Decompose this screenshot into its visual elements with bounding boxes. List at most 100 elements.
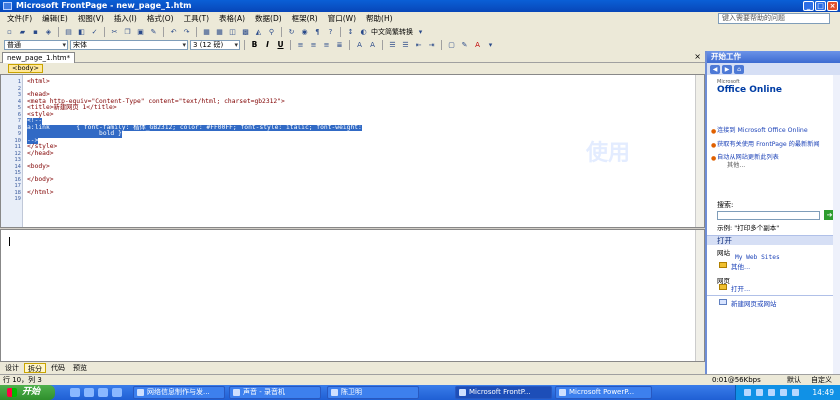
format-painter-icon[interactable]: ✎ bbox=[148, 27, 159, 37]
design-view-pane[interactable] bbox=[0, 229, 705, 362]
insert-picture-icon[interactable]: ▩ bbox=[240, 27, 251, 37]
menu-table[interactable]: 表格(A) bbox=[214, 12, 250, 25]
increase-indent-icon[interactable]: ⇥ bbox=[426, 40, 437, 50]
sites-more-link[interactable]: 其他... bbox=[731, 261, 750, 271]
code-line[interactable]: </head> bbox=[27, 150, 54, 158]
refresh-icon[interactable]: ↻ bbox=[286, 27, 297, 37]
document-tab[interactable]: new_page_1.htm* bbox=[2, 52, 76, 63]
taskpane-search-input[interactable] bbox=[717, 211, 820, 220]
align-left-icon[interactable]: ≡ bbox=[295, 40, 306, 50]
code-line[interactable]: <body> bbox=[27, 163, 50, 171]
new-page-or-site-link[interactable]: 新建网页或网站 bbox=[731, 298, 777, 308]
code-view-pane[interactable]: 1 2 3 4 5 6 7 8 9 10 11 12 13 14 15 16 17 18 19 <html> <hea… bbox=[0, 74, 705, 228]
task-pane-scrollbar[interactable] bbox=[833, 75, 840, 374]
font-select[interactable]: 宋体 bbox=[70, 39, 188, 50]
tray-icon[interactable] bbox=[768, 389, 775, 396]
chevron-down-icon[interactable]: ▾ bbox=[415, 27, 426, 37]
menu-window[interactable]: 窗口(W) bbox=[323, 12, 361, 25]
close-document-icon[interactable]: × bbox=[694, 52, 701, 61]
insert-layer-icon[interactable]: ◫ bbox=[227, 27, 238, 37]
menu-view[interactable]: 视图(V) bbox=[73, 12, 109, 25]
code-line[interactable]: </html> bbox=[27, 189, 54, 197]
close-button[interactable]: × bbox=[827, 1, 838, 11]
forward-icon[interactable]: ▶ bbox=[722, 64, 732, 74]
font-size-select[interactable]: 3 (12 磅) bbox=[190, 39, 240, 50]
new-page-icon[interactable]: ▫ bbox=[4, 27, 15, 37]
hyperlink-icon[interactable]: ⚲ bbox=[266, 27, 277, 37]
decrease-indent-icon[interactable]: ⇤ bbox=[413, 40, 424, 50]
italic-button[interactable]: I bbox=[262, 40, 273, 50]
print-icon[interactable]: ▤ bbox=[63, 27, 74, 37]
ie-icon[interactable] bbox=[70, 388, 80, 397]
redo-icon[interactable]: ↷ bbox=[181, 27, 192, 37]
tab-split[interactable]: 拆分 bbox=[24, 363, 46, 373]
show-all-icon[interactable]: ¶ bbox=[312, 27, 323, 37]
save-icon[interactable]: ▪ bbox=[30, 27, 41, 37]
copy-icon[interactable]: ❐ bbox=[122, 27, 133, 37]
code-line[interactable]: </body> bbox=[27, 176, 54, 184]
menu-help[interactable]: 帮助(H) bbox=[361, 12, 398, 25]
design-scrollbar[interactable] bbox=[695, 230, 704, 361]
office-more-link[interactable]: 其他... bbox=[727, 162, 745, 170]
code-line[interactable]: bold } bbox=[27, 130, 122, 138]
task-item[interactable]: 网络信息制作与发... bbox=[133, 386, 225, 399]
network-icon[interactable] bbox=[792, 389, 799, 396]
menu-frames[interactable]: 框架(R) bbox=[287, 12, 323, 25]
task-item[interactable]: Microsoft FrontP... bbox=[455, 386, 552, 399]
task-item[interactable]: 陈卫明 bbox=[327, 386, 419, 399]
outlook-icon[interactable] bbox=[84, 388, 94, 397]
cut-icon[interactable]: ✂ bbox=[109, 27, 120, 37]
font-color-icon[interactable]: A bbox=[472, 40, 483, 50]
show-desktop-icon[interactable] bbox=[98, 388, 108, 397]
tab-code[interactable]: 代码 bbox=[48, 363, 68, 373]
body-tag-button[interactable]: <body> bbox=[8, 64, 43, 73]
drawing-icon[interactable]: ◭ bbox=[253, 27, 264, 37]
menu-edit[interactable]: 编辑(E) bbox=[37, 12, 73, 25]
help-search-input[interactable]: 键入需要帮助的问题 bbox=[718, 13, 830, 24]
border-icon[interactable]: ▢ bbox=[446, 40, 457, 50]
chinese-conversion-button[interactable]: 中文简繁转换 bbox=[371, 27, 413, 37]
highlight-icon[interactable]: ✎ bbox=[459, 40, 470, 50]
bullets-icon[interactable]: ☰ bbox=[400, 40, 411, 50]
align-right-icon[interactable]: ≡ bbox=[321, 40, 332, 50]
justify-icon[interactable]: ≣ bbox=[334, 40, 345, 50]
sort-icon[interactable]: ↕ bbox=[345, 27, 356, 37]
start-button[interactable]: 开始 bbox=[0, 385, 55, 400]
menu-tools[interactable]: 工具(T) bbox=[179, 12, 214, 25]
task-item[interactable]: 声音 - 录音机 bbox=[229, 386, 321, 399]
decrease-font-icon[interactable]: A bbox=[367, 40, 378, 50]
bold-button[interactable]: B bbox=[249, 40, 260, 50]
pages-open-link[interactable]: 打开... bbox=[731, 283, 750, 293]
undo-icon[interactable]: ↶ bbox=[168, 27, 179, 37]
tab-design[interactable]: 设计 bbox=[2, 363, 22, 373]
increase-font-icon[interactable]: A bbox=[354, 40, 365, 50]
tab-preview[interactable]: 预览 bbox=[70, 363, 90, 373]
menu-format[interactable]: 格式(O) bbox=[142, 12, 179, 25]
quicklaunch-icon[interactable] bbox=[112, 388, 122, 397]
office-link-connect[interactable]: 连接到 Microsoft Office Online bbox=[717, 127, 827, 135]
underline-button[interactable]: U bbox=[275, 40, 286, 50]
insert-table-icon[interactable]: ▦ bbox=[214, 27, 225, 37]
language-icon[interactable]: ◐ bbox=[358, 27, 369, 37]
preview-icon[interactable]: ◧ bbox=[76, 27, 87, 37]
menu-file[interactable]: 文件(F) bbox=[2, 12, 37, 25]
minimize-button[interactable]: _ bbox=[803, 1, 814, 11]
numbering-icon[interactable]: ☰ bbox=[387, 40, 398, 50]
menu-data[interactable]: 数据(D) bbox=[250, 12, 287, 25]
web-component-icon[interactable]: ▦ bbox=[201, 27, 212, 37]
spelling-icon[interactable]: ✓ bbox=[89, 27, 100, 37]
home-icon[interactable]: ⌂ bbox=[734, 64, 744, 74]
menu-insert[interactable]: 插入(I) bbox=[109, 12, 142, 25]
code-scrollbar[interactable] bbox=[695, 75, 704, 227]
office-link-update[interactable]: 自动从网站更新此列表 bbox=[717, 154, 779, 162]
stop-icon[interactable]: ◉ bbox=[299, 27, 310, 37]
align-center-icon[interactable]: ≡ bbox=[308, 40, 319, 50]
help-icon[interactable]: ? bbox=[325, 27, 336, 37]
tray-icon[interactable] bbox=[756, 389, 763, 396]
paste-icon[interactable]: ▣ bbox=[135, 27, 146, 37]
task-item[interactable]: Microsoft PowerP... bbox=[555, 386, 652, 399]
maximize-button[interactable]: □ bbox=[815, 1, 826, 11]
volume-icon[interactable] bbox=[780, 389, 787, 396]
style-select[interactable]: 普通 bbox=[4, 39, 68, 50]
publish-icon[interactable]: ◈ bbox=[43, 27, 54, 37]
